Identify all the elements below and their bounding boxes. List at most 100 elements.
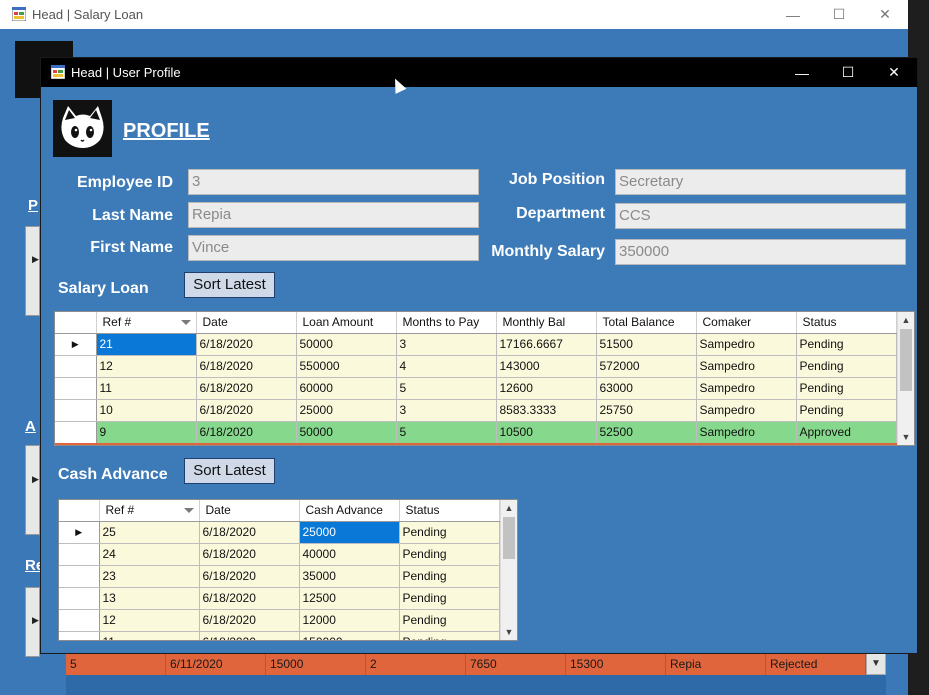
scroll-down-arrow-icon[interactable]: ▼ — [501, 624, 517, 640]
maximize-button[interactable]: ☐ — [816, 0, 862, 29]
rejected-loan-row[interactable]: 5 6/11/2020 15000 2 7650 15300 Repia Rej… — [66, 653, 866, 675]
table-cell[interactable]: Pending — [796, 399, 897, 422]
table-cell[interactable]: 50000 — [296, 421, 397, 444]
table-row[interactable]: ▶ 21 6/18/2020 50000 3 17166.6667 51500 Sampedr… — [55, 333, 897, 356]
column-header-loan-amount[interactable]: Loan Amount — [296, 312, 397, 334]
column-header-monthly-bal[interactable]: Monthly Bal — [496, 312, 597, 334]
scroll-thumb[interactable] — [503, 517, 515, 559]
scroll-up-arrow-icon[interactable]: ▲ — [898, 312, 914, 328]
table-cell[interactable]: 6/18/2020 — [199, 543, 300, 566]
table-row[interactable]: 11 6/18/2020 60000 5 12600 63000 Sampedro Pendi… — [55, 377, 897, 400]
column-header-status[interactable]: Status — [796, 312, 897, 334]
column-header-status[interactable]: Status — [399, 500, 500, 522]
table-cell[interactable]: 60000 — [296, 377, 397, 400]
department-field[interactable]: CCS — [615, 203, 906, 229]
table-cell[interactable]: Pending — [399, 543, 500, 566]
cash-advance-sort-latest-button[interactable]: Sort Latest — [184, 458, 275, 484]
salary-loan-sort-latest-button[interactable]: Sort Latest — [184, 272, 275, 298]
table-cell[interactable]: 3 — [396, 333, 497, 356]
table-cell[interactable]: 5 — [396, 377, 497, 400]
column-header-date[interactable]: Date — [199, 500, 300, 522]
salary-loan-titlebar[interactable]: Head | Salary Loan — ☐ ✕ — [0, 0, 908, 29]
table-cell[interactable]: 4 — [396, 355, 497, 378]
scroll-up-arrow-icon[interactable]: ▲ — [501, 500, 517, 516]
table-cell[interactable]: 6/18/2020 — [196, 399, 297, 422]
table-row[interactable]: 24 6/18/2020 40000 Pending — [59, 543, 500, 566]
table-row[interactable]: 12 6/18/2020 550000 4 143000 572000 Sampedro Pe… — [55, 355, 897, 378]
maximize-button[interactable]: ☐ — [825, 58, 871, 87]
table-cell[interactable]: 6/18/2020 — [196, 355, 297, 378]
table-cell[interactable]: 6/18/2020 — [196, 377, 297, 400]
table-cell[interactable]: 3 — [396, 399, 497, 422]
table-cell[interactable]: 6/18/2020 — [199, 609, 300, 632]
last-name-field[interactable]: Repia — [188, 202, 479, 228]
table-row[interactable]: 116/18/2020150000Pending — [59, 631, 500, 640]
table-cell[interactable]: 12000 — [299, 609, 400, 632]
scroll-thumb[interactable] — [900, 329, 912, 391]
table-cell[interactable]: 6/18/2020 — [196, 333, 297, 356]
table-cell[interactable]: 6/18/2020 — [199, 565, 300, 588]
table-cell[interactable]: 10 — [96, 399, 197, 422]
row-header[interactable] — [55, 377, 97, 400]
table-cell[interactable]: 23 — [99, 565, 200, 588]
monthly-salary-field[interactable]: 350000 — [615, 239, 906, 265]
close-button[interactable]: ✕ — [871, 58, 917, 87]
table-cell[interactable]: Pending — [796, 377, 897, 400]
table-cell[interactable]: Pending — [399, 565, 500, 588]
row-header[interactable] — [59, 543, 100, 566]
row-header[interactable] — [59, 565, 100, 588]
table-cell[interactable]: Pending — [399, 631, 500, 640]
user-profile-titlebar[interactable]: Head | User Profile — ☐ ✕ — [41, 58, 917, 87]
row-pointer-icon[interactable]: ▶ — [59, 521, 100, 544]
column-header-ref[interactable]: Ref # — [99, 500, 200, 522]
table-cell[interactable]: 50000 — [296, 333, 397, 356]
table-cell[interactable]: Approved — [796, 421, 897, 444]
table-cell[interactable]: Sampedro — [696, 355, 797, 378]
table-cell[interactable]: 21 — [96, 333, 197, 356]
table-cell[interactable]: Pending — [796, 355, 897, 378]
table-cell[interactable]: 5 — [396, 421, 497, 444]
job-position-field[interactable]: Secretary — [615, 169, 906, 195]
table-cell[interactable]: 35000 — [299, 565, 400, 588]
table-cell[interactable]: 10500 — [496, 421, 597, 444]
table-cell[interactable]: 17166.6667 — [496, 333, 597, 356]
table-cell[interactable]: Sampedro — [696, 421, 797, 444]
minimize-button[interactable]: — — [779, 58, 825, 87]
table-cell[interactable]: 12600 — [496, 377, 597, 400]
table-cell[interactable]: 6/18/2020 — [196, 421, 297, 444]
table-cell[interactable]: 143000 — [496, 355, 597, 378]
scroll-down-arrow-icon[interactable]: ▼ — [898, 429, 914, 445]
column-header-ref[interactable]: Ref # — [96, 312, 197, 334]
employee-id-field[interactable]: 3 — [188, 169, 479, 195]
table-cell[interactable]: 63000 — [596, 377, 697, 400]
table-cell[interactable]: 24 — [99, 543, 200, 566]
table-cell[interactable]: 40000 — [299, 543, 400, 566]
table-cell[interactable]: Sampedro — [696, 333, 797, 356]
cash-advance-scrollbar[interactable]: ▲ ▼ — [500, 500, 517, 640]
table-cell[interactable]: 12500 — [299, 587, 400, 610]
column-header-cash-advance[interactable]: Cash Advance — [299, 500, 400, 522]
table-cell[interactable]: 25 — [99, 521, 200, 544]
salary-loan-scrollbar[interactable]: ▲ ▼ — [897, 312, 914, 445]
table-cell[interactable]: 6/18/2020 — [199, 587, 300, 610]
table-cell[interactable]: 12 — [96, 355, 197, 378]
table-cell[interactable]: Pending — [399, 587, 500, 610]
table-row[interactable]: 13 6/18/2020 12500 Pending — [59, 587, 500, 610]
table-cell[interactable]: 11 — [99, 631, 200, 640]
table-cell[interactable]: Sampedro — [696, 399, 797, 422]
table-cell[interactable]: 9 — [96, 421, 197, 444]
table-row[interactable]: 9 6/18/2020 50000 5 10500 52500 Sampedro Approv… — [55, 421, 897, 444]
table-cell[interactable]: 25000 — [296, 399, 397, 422]
scroll-down-arrow-icon[interactable]: ▼ — [866, 653, 886, 675]
column-header-months-to-pay[interactable]: Months to Pay — [396, 312, 497, 334]
row-pointer-icon[interactable]: ▶ — [55, 333, 97, 356]
table-cell[interactable]: 572000 — [596, 355, 697, 378]
table-cell[interactable]: 550000 — [296, 355, 397, 378]
table-cell[interactable]: Pending — [796, 333, 897, 356]
table-cell[interactable]: Pending — [399, 609, 500, 632]
table-cell[interactable]: 150000 — [299, 631, 400, 640]
column-header-total-balance[interactable]: Total Balance — [596, 312, 697, 334]
table-cell[interactable]: 52500 — [596, 421, 697, 444]
table-cell[interactable]: 8583.3333 — [496, 399, 597, 422]
row-header[interactable] — [59, 631, 100, 640]
